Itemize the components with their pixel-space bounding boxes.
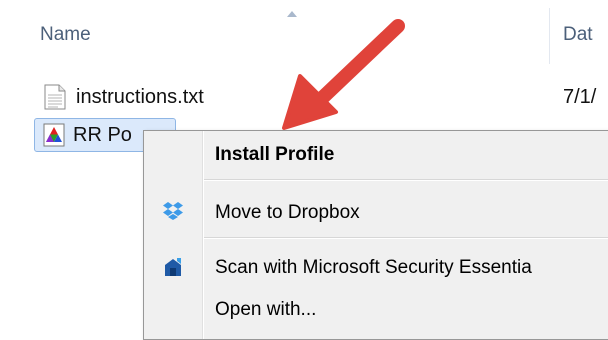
menu-item-label: Install Profile <box>215 144 335 165</box>
menu-item-label: Move to Dropbox <box>215 202 360 223</box>
security-essentials-icon <box>165 258 181 276</box>
menu-item-open-with[interactable]: Open with... <box>146 291 608 329</box>
file-name: instructions.txt <box>76 85 204 108</box>
menu-separator <box>204 237 608 239</box>
column-divider[interactable] <box>549 8 550 64</box>
menu-item-scan-security-essentials[interactable]: Scan with Microsoft Security Essentia <box>146 249 608 287</box>
column-header-bar: Name Dat <box>0 0 608 64</box>
menu-item-install-profile[interactable]: Install Profile <box>146 135 608 175</box>
menu-separator <box>204 179 608 181</box>
menu-item-move-to-dropbox[interactable]: Move to Dropbox <box>146 194 608 232</box>
menu-item-label: Open with... <box>215 299 317 320</box>
column-header-date[interactable]: Dat <box>563 24 593 46</box>
file-name: RR Po <box>73 123 132 146</box>
menu-item-label: Scan with Microsoft Security Essentia <box>215 257 532 278</box>
sort-ascending-icon <box>287 11 297 17</box>
context-menu: Install Profile Move to Dropbox Scan wit… <box>143 130 608 340</box>
color-profile-icon <box>43 123 65 147</box>
column-header-name[interactable]: Name <box>40 24 91 46</box>
file-date: 7/1/ <box>563 85 597 108</box>
text-file-icon <box>44 84 66 110</box>
dropbox-icon <box>163 202 183 220</box>
file-row-instructions[interactable]: instructions.txt <box>34 80 608 114</box>
